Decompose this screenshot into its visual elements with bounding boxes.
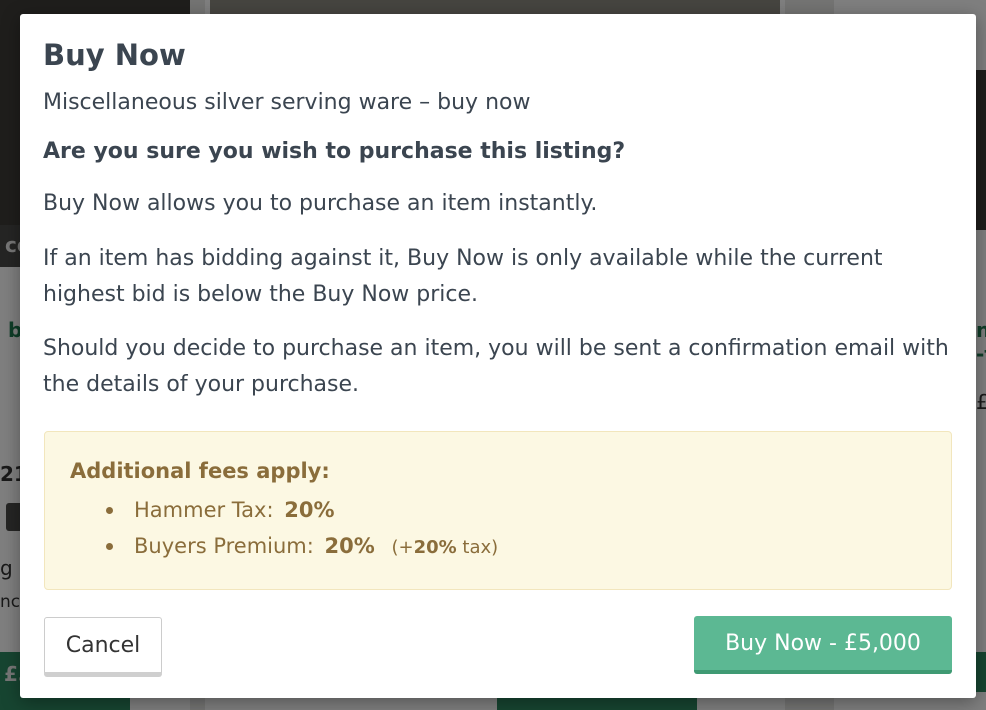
fee-note-value: 20%: [413, 537, 457, 558]
bullet-icon: [106, 507, 113, 514]
fee-note-open: (+: [391, 537, 414, 558]
fee-label: Hammer Tax:: [134, 498, 274, 522]
fee-note-close: tax): [456, 537, 499, 558]
info-paragraph: Should you decide to purchase an item, y…: [43, 336, 949, 397]
modal-title: Buy Now: [43, 38, 186, 72]
fee-label: Buyers Premium:: [134, 534, 314, 558]
fees-alert: Additional fees apply: Hammer Tax: 20% B…: [44, 431, 952, 590]
fees-title: Additional fees apply:: [70, 459, 330, 483]
fee-item-buyers-premium: Buyers Premium: 20% (+20% tax): [70, 528, 498, 564]
cancel-button[interactable]: Cancel: [44, 617, 162, 677]
buy-now-modal: Buy Now Miscellaneous silver serving war…: [20, 14, 976, 698]
fee-tax-note: (+20% tax): [391, 537, 498, 558]
buy-now-button[interactable]: Buy Now - £5,000: [694, 616, 952, 674]
fee-item-hammer-tax: Hammer Tax: 20%: [70, 492, 498, 528]
info-paragraph: If an item has bidding against it, Buy N…: [43, 246, 883, 307]
fee-value: 20%: [324, 534, 375, 558]
listing-title: Miscellaneous silver serving ware – buy …: [43, 90, 531, 115]
bullet-icon: [106, 543, 113, 550]
fee-value: 20%: [284, 498, 335, 522]
info-paragraph: Buy Now allows you to purchase an item i…: [43, 191, 598, 216]
fees-list: Hammer Tax: 20% Buyers Premium: 20% (+20…: [70, 492, 498, 564]
confirmation-question: Are you sure you wish to purchase this l…: [43, 139, 626, 164]
